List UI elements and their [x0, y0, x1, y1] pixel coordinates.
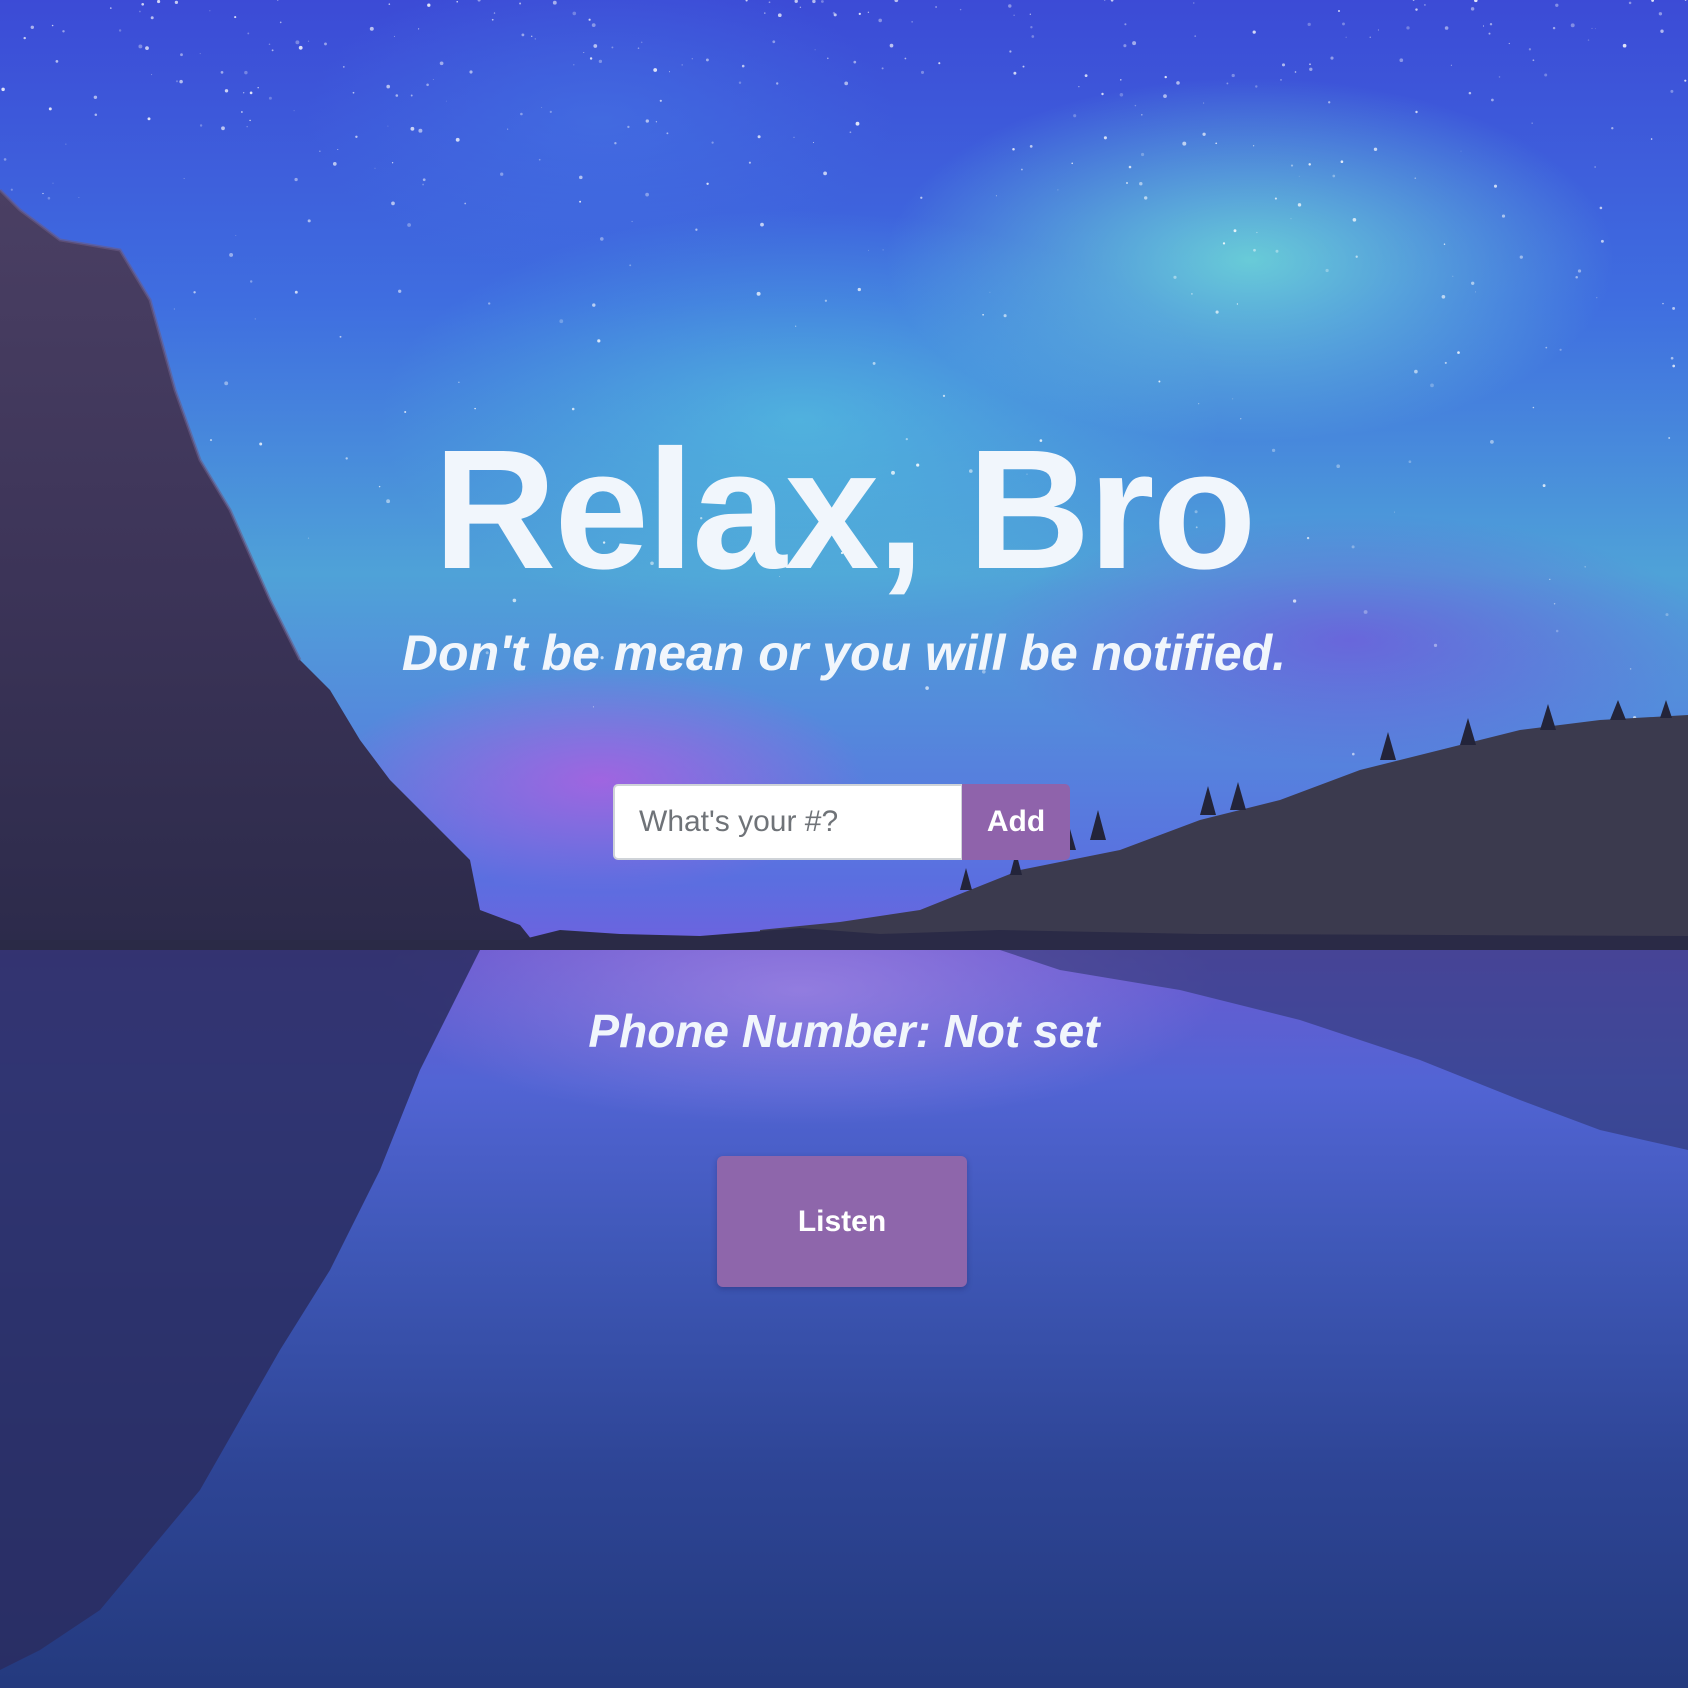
page-subtitle: Don't be mean or you will be notified.: [401, 625, 1287, 681]
listen-button[interactable]: Listen: [717, 1156, 967, 1287]
phone-form: Add: [613, 784, 1070, 860]
phone-number-status: Phone Number: Not set: [588, 1005, 1100, 1057]
phone-number-input[interactable]: [613, 784, 963, 860]
page-title: Relax, Bro: [433, 415, 1257, 605]
main-content: Relax, Bro Don't be mean or you will be …: [0, 0, 1688, 1688]
add-button[interactable]: Add: [962, 784, 1070, 860]
